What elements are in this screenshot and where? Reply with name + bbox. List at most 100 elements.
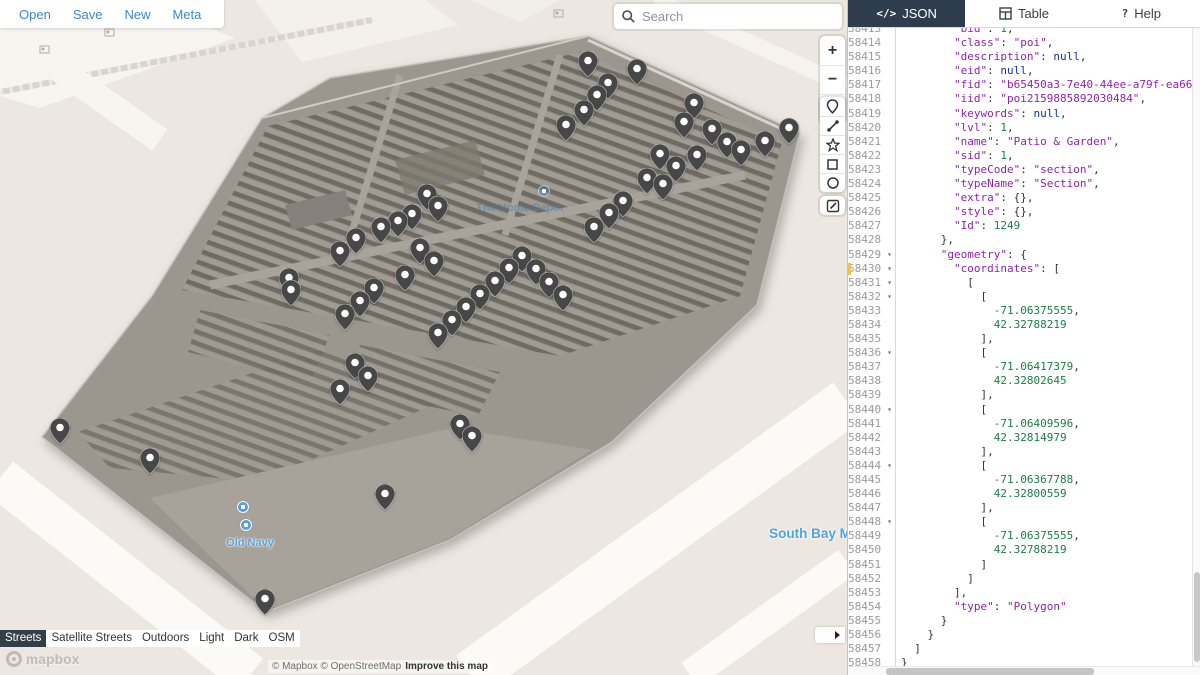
map-style-satellite-streets[interactable]: Satellite Streets — [46, 630, 137, 647]
editor-line[interactable]: 58456 } — [848, 628, 1192, 643]
map-marker-pin[interactable] — [428, 323, 448, 349]
map-marker-pin[interactable] — [731, 140, 751, 166]
map-marker-pin[interactable] — [687, 145, 707, 171]
line-tool-button[interactable] — [820, 116, 845, 135]
map-marker-pin[interactable] — [281, 280, 301, 306]
editor-line[interactable]: 58417 "fid": "b65450a3-7e40-44ee-a79f-ea… — [848, 78, 1200, 93]
fold-arrow-icon[interactable]: ▾ — [884, 289, 896, 304]
edit-tool-button[interactable] — [820, 196, 845, 215]
map-marker-pin[interactable] — [779, 118, 799, 144]
editor-line[interactable]: 58440 ▾ [ — [848, 402, 1192, 417]
poi-icon[interactable] — [237, 501, 249, 513]
search-box[interactable] — [614, 4, 842, 29]
map-marker-pin[interactable] — [371, 217, 391, 243]
zoom-out-button[interactable]: − — [820, 65, 845, 94]
editor-line[interactable]: 58421 "name": "Patio & Garden", — [848, 134, 1192, 149]
map-marker-pin[interactable] — [140, 448, 160, 474]
menu-item-save[interactable]: Save — [73, 7, 103, 22]
editor-line[interactable]: 58448 ▾ [ — [848, 515, 1192, 530]
editor-line[interactable]: 58451 ] — [848, 557, 1192, 572]
editor-line[interactable]: 58434 42.32788219 — [848, 317, 1192, 333]
editor-line[interactable]: 58441 -71.06409596, — [848, 416, 1192, 431]
editor-line[interactable]: 58428 }, — [848, 233, 1192, 248]
editor-line[interactable]: 58422 "sid": 1, — [848, 148, 1192, 163]
polygon-tool-button[interactable] — [820, 135, 845, 154]
fold-arrow-icon[interactable]: ▾ — [884, 247, 896, 262]
panel-collapse-button[interactable] — [815, 627, 845, 643]
menu-item-new[interactable]: New — [124, 7, 150, 22]
editor-line[interactable]: 58453 ], — [848, 585, 1192, 600]
map-marker-pin[interactable] — [627, 59, 647, 85]
fold-arrow-icon[interactable]: ▾ — [884, 515, 896, 530]
map-marker-pin[interactable] — [335, 304, 355, 330]
editor-line[interactable]: 58423 "typeCode": "section", — [848, 162, 1192, 178]
editor-line[interactable]: 58447 ], — [848, 501, 1192, 516]
json-editor[interactable]: 58413 "bid": 1, 58414 "class": "poi", 5841… — [848, 28, 1200, 675]
map-marker-pin[interactable] — [574, 100, 594, 126]
editor-line[interactable]: 58414 "class": "poi", — [848, 36, 1192, 51]
menu-item-open[interactable]: Open — [19, 7, 51, 22]
editor-line[interactable]: 58435 ], — [848, 332, 1192, 347]
circle-tool-button[interactable] — [820, 173, 845, 192]
editor-line[interactable]: 58418 "iid": "poi2159885892030484", — [848, 92, 1192, 107]
map-marker-pin[interactable] — [50, 418, 70, 444]
editor-line[interactable]: 58425 "extra": {}, — [848, 191, 1192, 206]
editor-line[interactable]: 58430 ▾ "coordinates": [ — [848, 261, 1192, 276]
vertical-scrollbar-thumb[interactable] — [1194, 572, 1200, 662]
map-marker-pin[interactable] — [395, 265, 415, 291]
map-marker-pin[interactable] — [428, 196, 448, 222]
editor-line[interactable]: 58438 42.32802645 — [848, 374, 1192, 389]
zoom-in-button[interactable]: + — [820, 36, 845, 65]
fold-arrow-icon[interactable]: ▾ — [884, 402, 896, 417]
mapbox-logo[interactable]: mapbox — [6, 650, 80, 668]
editor-line[interactable]: 58452 ] — [848, 571, 1192, 586]
editor-line[interactable]: 58426 "style": {}, — [848, 205, 1192, 220]
map-marker-pin[interactable] — [755, 131, 775, 157]
map-marker-pin[interactable] — [375, 484, 395, 510]
map-style-dark[interactable]: Dark — [229, 630, 263, 647]
editor-line[interactable]: 58450 42.32788219 — [848, 543, 1192, 558]
map-canvas[interactable]: The Home Depot Old Navy South Bay M mapbox… — [0, 0, 847, 675]
map-marker-pin[interactable] — [553, 285, 573, 311]
fold-arrow-icon[interactable]: ▾ — [884, 261, 896, 276]
editor-line[interactable]: 58416 "eid": null, — [848, 64, 1192, 79]
tab-json[interactable]: </> JSON — [848, 0, 966, 27]
editor-line[interactable]: 58446 42.32800559 — [848, 487, 1192, 502]
map-style-streets[interactable]: Streets — [0, 630, 47, 647]
editor-line[interactable]: 58457 ] — [848, 642, 1192, 657]
horizontal-scrollbar[interactable] — [848, 666, 1200, 675]
map-marker-pin[interactable] — [653, 174, 673, 200]
tab-table[interactable]: Table — [965, 0, 1082, 27]
map-marker-pin[interactable] — [578, 51, 598, 77]
editor-line[interactable]: 58455 } — [848, 613, 1192, 629]
editor-line[interactable]: 58432 ▾ [ — [848, 289, 1192, 304]
editor-line[interactable]: 58429 ▾ "geometry": { — [848, 247, 1192, 262]
map-marker-pin[interactable] — [556, 115, 576, 141]
poi-icon[interactable] — [240, 519, 252, 531]
editor-line[interactable]: 58413 "bid": 1, — [848, 28, 1192, 37]
editor-line[interactable]: 58454 "type": "Polygon" — [848, 599, 1192, 614]
editor-line[interactable]: 58449 -71.06375555, — [848, 529, 1192, 544]
poi-icon[interactable] — [538, 185, 550, 197]
map-style-outdoors[interactable]: Outdoors — [137, 630, 194, 647]
menu-item-meta[interactable]: Meta — [172, 7, 201, 22]
map-marker-pin[interactable] — [388, 211, 408, 237]
editor-line[interactable]: 58445 -71.06367788, — [848, 473, 1192, 488]
vertical-scrollbar[interactable] — [1192, 28, 1200, 666]
editor-line[interactable]: 58431 ▾ [ — [848, 275, 1192, 290]
fold-arrow-icon[interactable]: ▾ — [884, 458, 896, 473]
editor-line[interactable]: 58436 ▾ [ — [848, 346, 1192, 361]
map-marker-pin[interactable] — [462, 426, 482, 452]
editor-line[interactable]: 58437 -71.06417379, — [848, 360, 1192, 375]
search-input[interactable] — [642, 9, 834, 24]
map-marker-pin[interactable] — [358, 366, 378, 392]
map-marker-pin[interactable] — [255, 589, 275, 615]
map-marker-pin[interactable] — [584, 217, 604, 243]
horizontal-scrollbar-thumb[interactable] — [886, 668, 1094, 675]
tab-help[interactable]: ? Help — [1083, 0, 1200, 27]
editor-line[interactable]: 58433 -71.06375555, — [848, 303, 1192, 318]
editor-line[interactable]: 58420 "lvl": 1, — [848, 120, 1192, 135]
editor-line[interactable]: 58439 ], — [848, 388, 1192, 403]
rectangle-tool-button[interactable] — [820, 154, 845, 173]
map-style-osm[interactable]: OSM — [264, 630, 300, 647]
